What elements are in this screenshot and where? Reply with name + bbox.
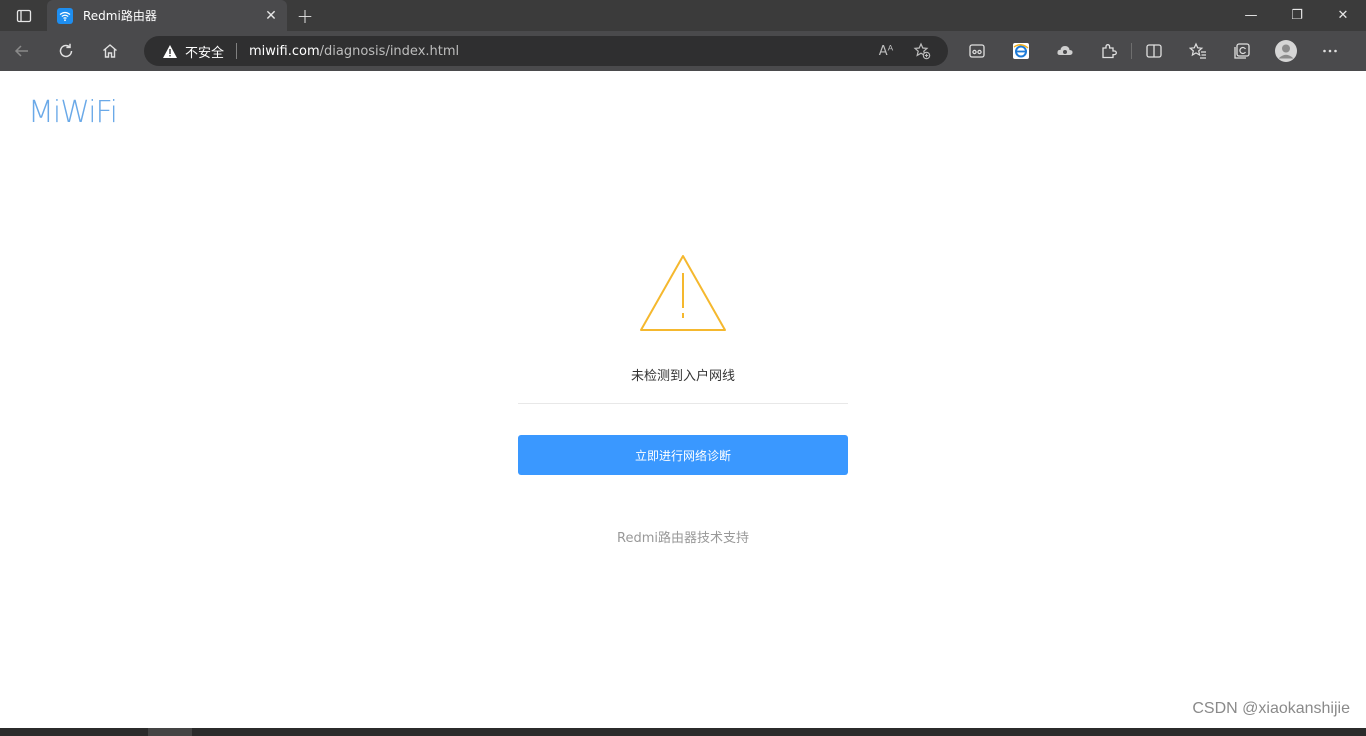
url-path: /diagnosis/index.html — [319, 43, 460, 59]
address-bar-actions: Aᴬ — [868, 36, 940, 66]
home-button[interactable] — [88, 31, 132, 71]
os-taskbar — [0, 728, 1366, 736]
back-arrow-icon — [14, 45, 28, 57]
wifi-icon — [57, 7, 73, 24]
profile-avatar[interactable] — [1264, 31, 1308, 71]
window-close-button[interactable]: ✕ — [1320, 0, 1366, 31]
tab-title: Redmi路由器 — [83, 9, 157, 23]
refresh-icon — [59, 43, 73, 58]
support-link[interactable]: Redmi路由器技术支持 — [518, 527, 848, 546]
page-content: MiWiFi 未检测到入户网线 立即进行网络诊断 Redmi路由器技术支持 CS… — [0, 71, 1366, 728]
tab-actions-icon — [16, 9, 31, 22]
favorites-icon[interactable] — [1176, 31, 1220, 71]
window-controls: — ❐ ✕ — [1228, 0, 1366, 31]
ie-mode-icon[interactable] — [999, 31, 1043, 71]
split-screen-icon[interactable] — [1132, 31, 1176, 71]
browser-tab-bar: Redmi路由器 ✕ + — ❐ ✕ — [0, 0, 1366, 31]
home-icon — [103, 44, 117, 58]
toolbar-extensions — [955, 31, 1352, 71]
tab-actions-button[interactable] — [0, 0, 47, 31]
address-divider — [236, 43, 238, 59]
collections-icon[interactable] — [1220, 31, 1264, 71]
read-aloud-icon[interactable]: Aᴬ — [868, 36, 904, 66]
extension-icon-1[interactable] — [955, 31, 999, 71]
browser-tab-active[interactable]: Redmi路由器 ✕ — [47, 0, 287, 31]
content-divider — [518, 403, 848, 404]
security-warning-text: 不安全 — [185, 45, 225, 61]
new-tab-button[interactable]: + — [287, 0, 323, 31]
warning-icon — [163, 44, 177, 58]
url-host: miwifi.com — [249, 43, 320, 59]
security-indicator[interactable]: 不安全 — [162, 42, 224, 61]
warning-triangle-icon — [640, 255, 726, 331]
back-button[interactable] — [0, 31, 44, 71]
extensions-puzzle-icon[interactable] — [1087, 31, 1131, 71]
add-favorite-icon[interactable] — [904, 36, 940, 66]
restore-button[interactable]: ❐ — [1274, 0, 1320, 31]
csdn-watermark: CSDN @xiaokanshijie — [1192, 700, 1350, 717]
miwifi-logo: MiWiFi — [28, 95, 118, 130]
address-bar[interactable]: 不安全 miwifi.com/diagnosis/index.html Aᴬ — [144, 36, 948, 66]
more-menu-icon[interactable] — [1308, 31, 1352, 71]
status-message: 未检测到入户网线 — [630, 369, 735, 384]
minimize-button[interactable]: — — [1228, 0, 1274, 31]
extension-icon-2[interactable] — [1043, 31, 1087, 71]
browser-toolbar: 不安全 miwifi.com/diagnosis/index.html Aᴬ — [0, 31, 1366, 71]
taskbar-active-item[interactable] — [148, 728, 192, 736]
refresh-button[interactable] — [44, 31, 88, 71]
url-text[interactable]: miwifi.com/diagnosis/index.html — [249, 44, 459, 59]
network-diagnosis-button[interactable]: 立即进行网络诊断 — [518, 435, 848, 475]
tab-close-icon[interactable]: ✕ — [259, 4, 283, 28]
